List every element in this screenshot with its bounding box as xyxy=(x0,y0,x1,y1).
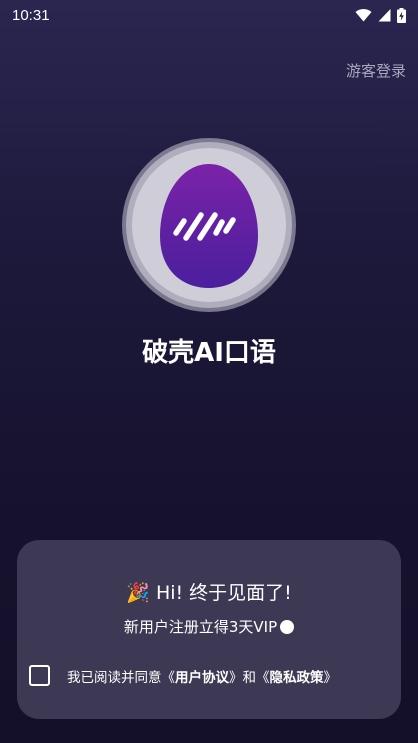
app-name: 破壳AI口语 xyxy=(142,338,276,368)
offer-dot-icon xyxy=(280,620,295,634)
cell-signal-icon xyxy=(378,9,391,22)
status-icons xyxy=(355,7,406,23)
welcome-card: 🎉 Hi! 终于见面了! 新用户注册立得3天VIP 我已阅读并同意《用户协议》和… xyxy=(17,540,401,719)
privacy-policy-link[interactable]: 隐私政策 xyxy=(270,670,324,686)
egg-logo-icon xyxy=(122,138,296,312)
agreement-middle: 》和《 xyxy=(229,669,270,686)
agreement-checkbox[interactable] xyxy=(29,665,50,686)
agreement-text: 我已阅读并同意《用户协议》和《隐私政策》 xyxy=(67,666,337,686)
status-bar: 10:31 xyxy=(0,0,418,30)
app-logo xyxy=(120,136,298,314)
user-agreement-link[interactable]: 用户协议 xyxy=(175,670,229,686)
agreement-row: 我已阅读并同意《用户协议》和《隐私政策》 xyxy=(29,665,395,686)
guest-login-button[interactable]: 游客登录 xyxy=(346,60,406,81)
agreement-suffix: 》 xyxy=(323,669,338,686)
battery-charging-icon xyxy=(397,7,406,23)
vip-offer-text: 新用户注册立得3天VIP xyxy=(123,618,278,636)
greeting-line: 🎉 Hi! 终于见面了! xyxy=(17,578,401,605)
vip-offer: 新用户注册立得3天VIP xyxy=(17,616,401,637)
wifi-icon xyxy=(355,8,372,22)
greeting-text: Hi! 终于见面了! xyxy=(155,582,292,604)
agreement-prefix: 我已阅读并同意《 xyxy=(67,669,175,686)
party-popper-icon: 🎉 xyxy=(126,582,150,604)
status-time: 10:31 xyxy=(12,6,50,24)
